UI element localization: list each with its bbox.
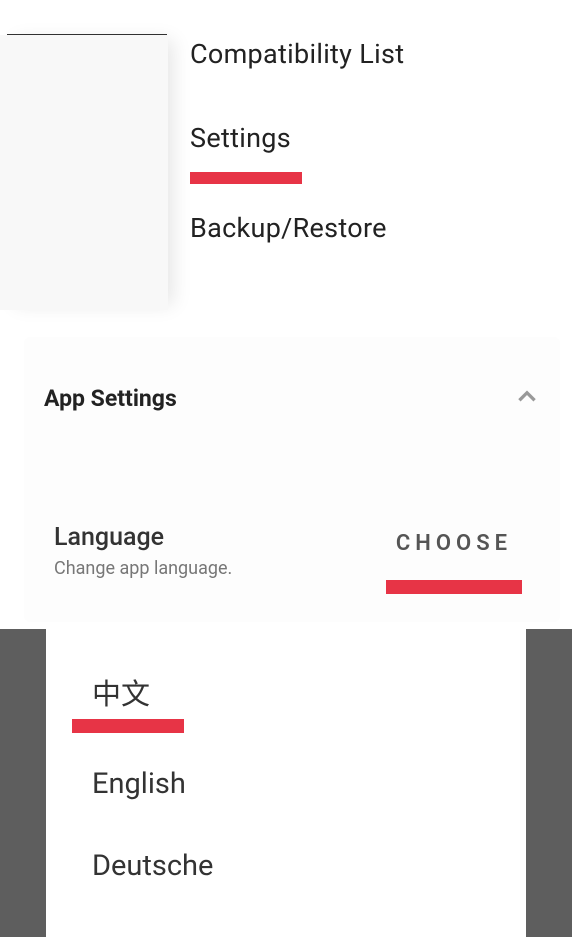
menu-item-backup-restore[interactable]: Backup/Restore [190,212,404,244]
language-subtitle: Change app language. [54,558,232,579]
highlight-underline [386,580,522,594]
sidebar-panel [0,35,168,310]
card-header[interactable]: App Settings [44,383,540,413]
menu-item-settings[interactable]: Settings [190,122,404,154]
language-dialog: 中文 English Deutsche [0,629,572,937]
choose-button[interactable]: CHOOSE [396,531,512,556]
language-row: Language Change app language. CHOOSE [44,523,540,594]
menu-list: Compatibility List Settings Backup/Resto… [190,38,404,296]
language-option-german[interactable]: Deutsche [92,849,213,883]
chevron-up-icon[interactable] [514,383,540,413]
highlight-underline [190,172,302,184]
dialog-backdrop-left [0,629,46,937]
card-title: App Settings [44,385,177,412]
highlight-underline [72,719,184,733]
navigation-section: Compatibility List Settings Backup/Resto… [0,0,572,315]
language-title: Language [54,523,232,552]
choose-block: CHOOSE [386,523,522,594]
language-options-list: 中文 English Deutsche [92,671,213,931]
app-settings-card: App Settings Language Change app languag… [24,337,560,622]
language-option-chinese[interactable]: 中文 [92,671,213,713]
language-option-english[interactable]: English [92,767,213,801]
menu-item-compatibility[interactable]: Compatibility List [190,38,404,70]
language-label-block: Language Change app language. [54,523,232,579]
dialog-backdrop-right [526,629,572,937]
